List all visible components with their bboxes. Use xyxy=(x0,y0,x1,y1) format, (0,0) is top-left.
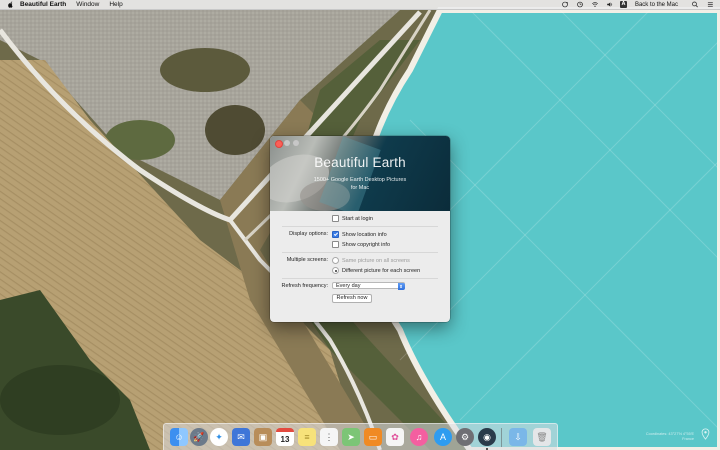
backup-icon[interactable] xyxy=(576,1,584,8)
radio-circle[interactable] xyxy=(332,267,339,274)
trash-icon[interactable]: 🗑 xyxy=(533,428,551,446)
start-at-login-checkbox[interactable]: Start at login xyxy=(332,215,373,222)
status-text[interactable]: Back to the Mac xyxy=(635,2,678,8)
refresh-frequency-value: Every day xyxy=(336,283,361,289)
start-at-login-label: Start at login xyxy=(342,215,373,222)
show-location-row: Display options: Show location info xyxy=(270,230,450,240)
notes-icon[interactable]: ≡ xyxy=(298,428,316,446)
ibooks-icon[interactable]: ▭ xyxy=(364,428,382,446)
close-button[interactable] xyxy=(275,140,283,148)
checkbox-box[interactable] xyxy=(332,241,339,248)
app-store-icon[interactable]: A xyxy=(434,428,452,446)
same-picture-label: Same picture on all screens xyxy=(342,257,410,264)
show-copyright-checkbox[interactable]: Show copyright info xyxy=(332,241,390,248)
display-options-label: Display options: xyxy=(289,231,328,237)
itunes-icon[interactable]: ♫ xyxy=(410,428,428,446)
same-picture-row: Multiple screens: Same picture on all sc… xyxy=(270,256,450,266)
dock-divider xyxy=(501,428,502,447)
status-area: A Back to the Mac xyxy=(554,0,720,10)
different-picture-row: Different picture for each screen xyxy=(270,266,450,276)
different-picture-radio[interactable]: Different picture for each screen xyxy=(332,267,420,274)
show-location-label: Show location info xyxy=(342,231,387,238)
menu-window[interactable]: Window xyxy=(76,0,99,10)
sync-icon[interactable] xyxy=(561,1,569,8)
photos-icon[interactable]: ✿ xyxy=(386,428,404,446)
safari-icon[interactable]: ✦ xyxy=(210,428,228,446)
start-at-login-row: Start at login xyxy=(270,214,450,224)
launchpad-icon[interactable]: 🚀 xyxy=(190,428,208,446)
hero-subtitle: 1500+ Google Earth Desktop Pictures for … xyxy=(270,176,450,192)
mail-icon[interactable]: ✉ xyxy=(232,428,250,446)
divider xyxy=(282,252,438,253)
volume-icon[interactable] xyxy=(606,1,614,8)
checkbox-box[interactable] xyxy=(332,231,339,238)
refresh-frequency-label: Refresh frequency: xyxy=(281,283,328,289)
preferences-window: Beautiful Earth 1500+ Google Earth Deskt… xyxy=(270,136,450,322)
spotlight-search-icon[interactable] xyxy=(691,1,699,8)
show-location-checkbox[interactable]: Show location info xyxy=(332,231,387,238)
beautiful-earth-icon[interactable]: ◉ xyxy=(478,428,496,446)
different-picture-label: Different picture for each screen xyxy=(342,267,421,274)
wifi-icon[interactable] xyxy=(591,1,599,8)
finder-icon[interactable]: ☺ xyxy=(170,428,188,446)
system-preferences-icon[interactable]: ⚙ xyxy=(456,428,474,446)
preferences-form: Start at login Display options: Show loc… xyxy=(270,211,450,304)
attribution-line2: France xyxy=(682,437,694,441)
chevron-updown-icon[interactable]: ⬍ xyxy=(397,282,405,290)
refresh-frequency-row: Refresh frequency: Every day ⬍ xyxy=(270,282,450,292)
show-copyright-label: Show copyright info xyxy=(342,241,390,248)
keyboard-input-icon[interactable]: A xyxy=(619,1,627,8)
menu-bar: Beautiful Earth Window Help A Back to th… xyxy=(0,0,720,10)
maps-icon[interactable]: ➤ xyxy=(342,428,360,446)
calendar-icon[interactable]: 13 xyxy=(276,428,294,446)
hero-title: Beautiful Earth xyxy=(314,155,406,170)
hero-banner: Beautiful Earth 1500+ Google Earth Deskt… xyxy=(270,136,450,211)
dock: ☺ 🚀 ✦ ✉ ▣ 13 ≡ ⋮ ➤ ▭ ✿ ♫ A ⚙ ◉ ⇩ 🗑 xyxy=(163,423,558,450)
show-copyright-row: Show copyright info xyxy=(270,240,450,250)
downloads-icon[interactable]: ⇩ xyxy=(509,428,527,446)
refresh-frequency-select[interactable]: Every day ⬍ xyxy=(332,282,405,290)
refresh-now-row: Refresh now xyxy=(270,292,450,304)
menu-help[interactable]: Help xyxy=(109,0,122,10)
reminders-icon[interactable]: ⋮ xyxy=(320,428,338,446)
hero-subtitle-line2: for Mac xyxy=(350,185,370,191)
calendar-day: 13 xyxy=(280,434,290,444)
hero-image-water xyxy=(319,136,381,211)
notification-center-icon[interactable] xyxy=(706,1,714,8)
divider xyxy=(282,278,438,279)
multiple-screens-label: Multiple screens: xyxy=(286,257,328,263)
same-picture-radio[interactable]: Same picture on all screens xyxy=(332,257,410,264)
location-attribution: Coordinates: 43°27′N 4°55′E France xyxy=(646,432,694,442)
checkbox-box[interactable] xyxy=(332,215,339,222)
apple-icon[interactable] xyxy=(7,1,14,8)
divider xyxy=(282,226,438,227)
radio-circle[interactable] xyxy=(332,257,339,264)
menu-app-name[interactable]: Beautiful Earth xyxy=(20,0,66,10)
refresh-now-button[interactable]: Refresh now xyxy=(332,294,372,303)
location-pin-icon[interactable] xyxy=(701,428,710,440)
minimize-button[interactable] xyxy=(284,140,290,146)
zoom-button[interactable] xyxy=(293,140,299,146)
hero-subtitle-line1: 1500+ Google Earth Desktop Pictures xyxy=(313,177,407,183)
contacts-icon[interactable]: ▣ xyxy=(254,428,272,446)
